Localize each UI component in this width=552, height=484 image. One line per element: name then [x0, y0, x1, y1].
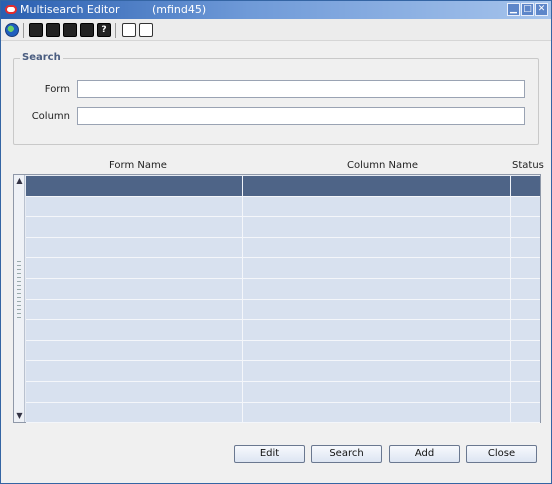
table-row[interactable] — [26, 299, 540, 321]
search-button[interactable]: Search — [311, 445, 382, 463]
table-row[interactable] — [26, 381, 540, 403]
search-group-title: Search — [20, 52, 63, 63]
cell-status[interactable] — [511, 361, 540, 381]
list-icon[interactable] — [80, 23, 94, 37]
cell-form-name[interactable] — [26, 278, 243, 299]
cell-form-name[interactable] — [26, 402, 243, 423]
column-label: Column — [31, 111, 70, 122]
close-window-button[interactable]: ✕ — [535, 3, 548, 16]
cell-column-name[interactable] — [243, 258, 511, 278]
toolbar-separator-2 — [115, 23, 116, 38]
vertical-scrollbar[interactable]: ▲ ▼ — [14, 175, 25, 422]
title-bar[interactable]: Multisearch Editor (mfind45) ▁ □ ✕ — [1, 1, 551, 19]
header-column-name[interactable]: Column Name — [347, 160, 418, 171]
header-status[interactable]: Status — [512, 160, 544, 171]
lookup-icon[interactable] — [46, 23, 60, 37]
table-row[interactable] — [26, 402, 540, 424]
cell-column-name[interactable] — [243, 278, 511, 299]
cell-form-name[interactable] — [26, 381, 243, 402]
cell-form-name[interactable] — [26, 176, 243, 196]
close-button[interactable]: Close — [466, 445, 537, 463]
table-row[interactable] — [26, 258, 540, 279]
cell-form-name[interactable] — [26, 237, 243, 258]
toolbar: ? — [1, 19, 551, 41]
edit-button[interactable]: Edit — [234, 445, 305, 463]
cell-column-name[interactable] — [243, 176, 511, 196]
minimize-button[interactable]: ▁ — [507, 3, 520, 16]
cell-column-name[interactable] — [243, 196, 511, 217]
globe-icon[interactable] — [5, 23, 19, 37]
cell-status[interactable] — [511, 258, 540, 278]
cell-status[interactable] — [511, 217, 540, 237]
cell-form-name[interactable] — [26, 340, 243, 361]
cell-form-name[interactable] — [26, 299, 243, 320]
toolbar-separator — [23, 23, 24, 38]
search-group — [13, 58, 539, 145]
table-row[interactable] — [26, 278, 540, 300]
table-row[interactable] — [26, 340, 540, 362]
results-grid: ▲ ▼ — [13, 174, 541, 424]
cell-form-name[interactable] — [26, 361, 243, 381]
table-row[interactable] — [26, 320, 540, 341]
table-row[interactable] — [26, 217, 540, 238]
form-label: Form — [44, 84, 70, 95]
header-form-name[interactable]: Form Name — [109, 160, 167, 171]
maximize-button[interactable]: □ — [521, 3, 534, 16]
grid-rows — [26, 176, 540, 424]
cell-column-name[interactable] — [243, 340, 511, 361]
blank-page-icon[interactable] — [122, 23, 136, 37]
cell-form-name[interactable] — [26, 320, 243, 340]
cell-status[interactable] — [511, 196, 540, 217]
cell-status[interactable] — [511, 237, 540, 258]
cell-column-name[interactable] — [243, 381, 511, 402]
table-row[interactable] — [26, 176, 540, 197]
cell-form-name[interactable] — [26, 217, 243, 237]
window-title: Multisearch Editor — [20, 3, 120, 16]
add-button[interactable]: Add — [389, 445, 460, 463]
cell-column-name[interactable] — [243, 237, 511, 258]
cell-column-name[interactable] — [243, 402, 511, 423]
cell-status[interactable] — [511, 299, 540, 320]
cell-column-name[interactable] — [243, 217, 511, 237]
form-id: (mfind45) — [152, 3, 207, 16]
cell-status[interactable] — [511, 278, 540, 299]
table-row[interactable] — [26, 237, 540, 259]
table-row[interactable] — [26, 361, 540, 382]
form-input[interactable] — [77, 80, 525, 98]
print-icon[interactable] — [63, 23, 77, 37]
cell-column-name[interactable] — [243, 320, 511, 340]
cell-form-name[interactable] — [26, 258, 243, 278]
multisearch-editor-window: Multisearch Editor (mfind45) ▁ □ ✕ ? Sea… — [0, 0, 552, 484]
cycle-icon[interactable] — [29, 23, 43, 37]
cell-status[interactable] — [511, 381, 540, 402]
help-icon[interactable]: ? — [97, 23, 111, 37]
cell-column-name[interactable] — [243, 299, 511, 320]
cell-status[interactable] — [511, 402, 540, 423]
cell-form-name[interactable] — [26, 196, 243, 217]
cell-status[interactable] — [511, 176, 540, 196]
column-input[interactable] — [77, 107, 525, 125]
new-page-icon[interactable] — [139, 23, 153, 37]
scroll-up-icon[interactable]: ▲ — [15, 176, 24, 185]
oracle-logo-icon — [5, 5, 17, 14]
scroll-grip[interactable] — [17, 261, 21, 321]
cell-status[interactable] — [511, 340, 540, 361]
cell-status[interactable] — [511, 320, 540, 340]
table-row[interactable] — [26, 196, 540, 218]
scroll-down-icon[interactable]: ▼ — [15, 411, 24, 420]
cell-column-name[interactable] — [243, 361, 511, 381]
